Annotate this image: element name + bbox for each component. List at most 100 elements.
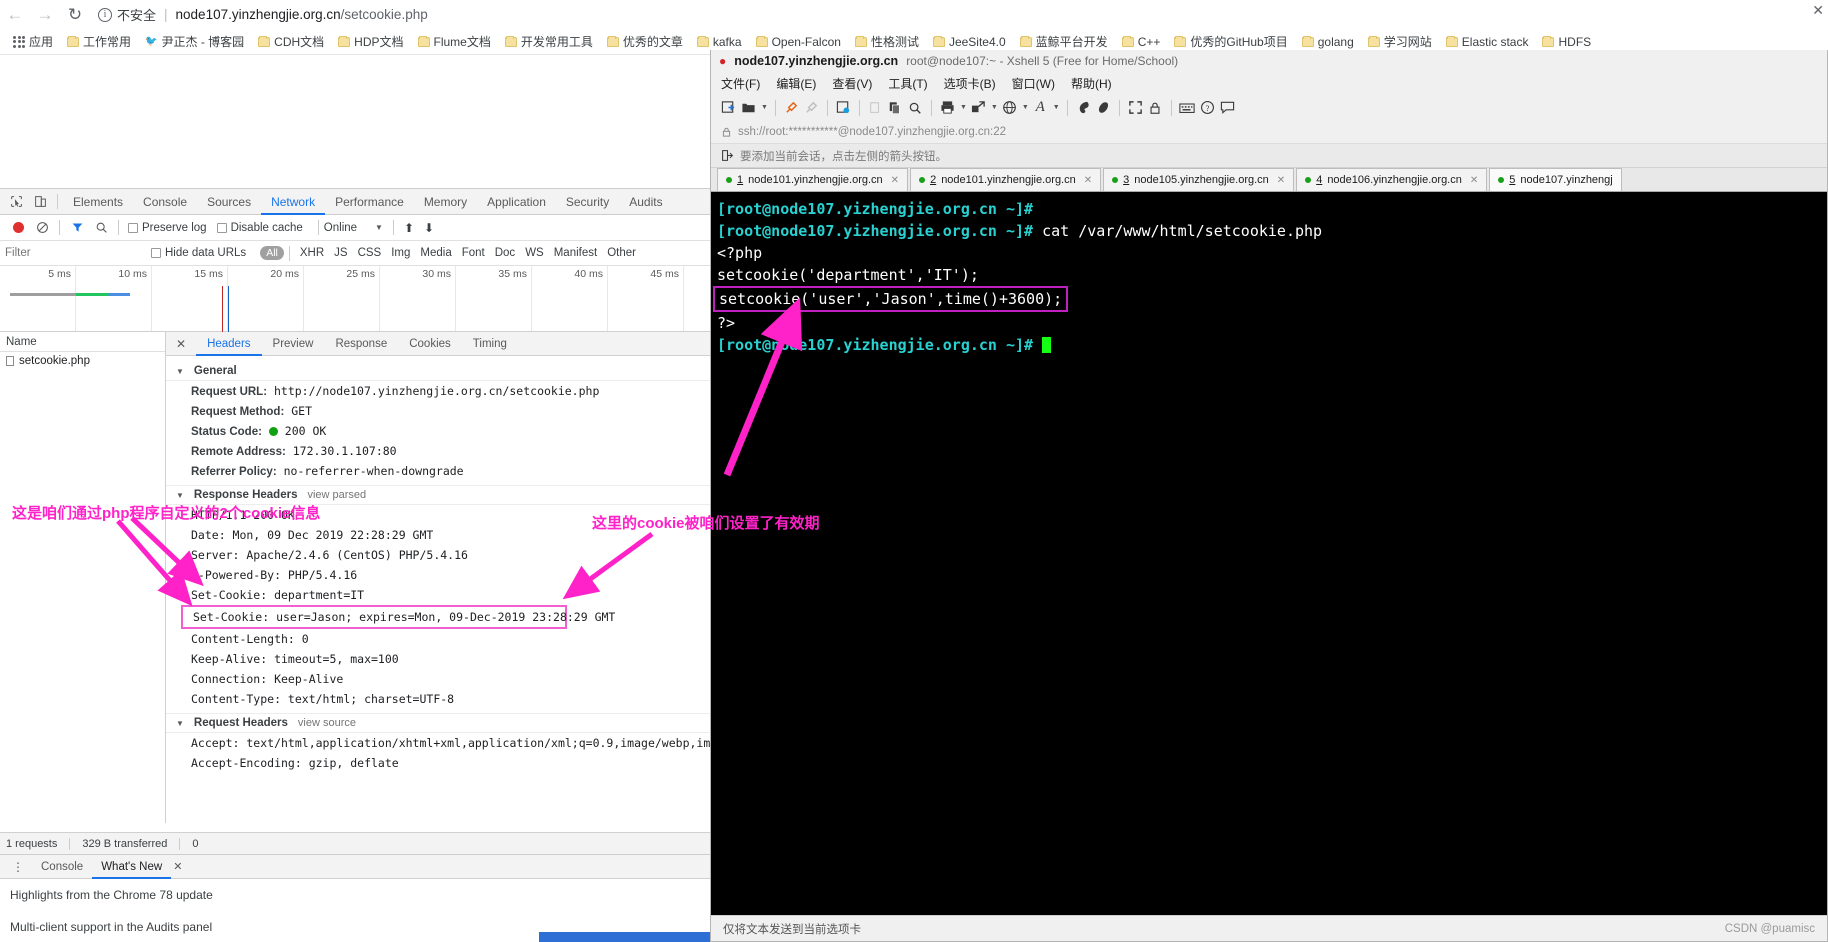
copy-icon[interactable] [887, 97, 904, 118]
table-row[interactable]: setcookie.php [0, 352, 165, 369]
leaf-icon[interactable] [1095, 97, 1112, 118]
type-filter-doc[interactable]: Doc [490, 247, 520, 259]
type-filter-media[interactable]: Media [415, 247, 456, 259]
tab-elements[interactable]: Elements [63, 189, 133, 215]
chevron-down-icon-2[interactable]: ▼ [960, 104, 967, 111]
bookmark-item[interactable]: 工作常用 [60, 33, 138, 50]
close-icon[interactable]: ✕ [1470, 175, 1478, 186]
record-button[interactable] [6, 216, 30, 240]
session-tab[interactable]: 3 node105.yinzhengjie.org.cn ✕ [1103, 168, 1295, 191]
view-parsed-link[interactable]: view parsed [307, 489, 366, 501]
tab-console[interactable]: Console [133, 189, 197, 215]
drawer-tab-what-s-new[interactable]: What's New [92, 855, 172, 879]
menu-item[interactable]: 选项卡(B) [944, 75, 996, 92]
session-tab[interactable]: 1 node101.yinzhengjie.org.cn ✕ [717, 168, 909, 191]
close-icon[interactable]: ✕ [173, 860, 182, 873]
preserve-log-checkbox[interactable]: Preserve log [128, 222, 207, 234]
filter-icon[interactable] [65, 216, 89, 240]
bookmark-item[interactable]: Flume文档 [411, 33, 498, 50]
tab-application[interactable]: Application [477, 189, 556, 215]
connect-icon[interactable] [783, 97, 800, 118]
tab-audits[interactable]: Audits [619, 189, 672, 215]
bookmark-item[interactable]: Elastic stack [1439, 35, 1536, 49]
type-filter-xhr[interactable]: XHR [295, 247, 329, 259]
throttling-select[interactable]: Online ▼ [324, 222, 383, 234]
bookmark-item[interactable]: 性格测试 [848, 33, 926, 50]
forward-button[interactable]: → [30, 0, 60, 29]
request-headers-section-header[interactable]: ▼ Request Headers view source [166, 713, 710, 733]
menu-item[interactable]: 编辑(E) [776, 75, 816, 92]
reload-button[interactable]: ↻ [60, 0, 90, 29]
terminal-output[interactable]: [root@node107.yizhengjie.org.cn ~]# [root… [711, 192, 1827, 915]
bookmark-item[interactable]: CDH文档 [251, 33, 331, 50]
close-icon[interactable]: ✕ [174, 337, 196, 351]
tab-security[interactable]: Security [556, 189, 619, 215]
bookmark-item[interactable]: 优秀的GitHub项目 [1167, 33, 1294, 50]
transfer-icon[interactable] [970, 97, 987, 118]
keyboard-icon[interactable] [1179, 97, 1196, 118]
detail-tab-headers[interactable]: Headers [196, 332, 262, 356]
detail-tab-cookies[interactable]: Cookies [398, 332, 462, 356]
tab-network[interactable]: Network [261, 189, 326, 215]
session-tab[interactable]: 4 node106.yinzhengjie.org.cn ✕ [1296, 168, 1488, 191]
detail-tab-preview[interactable]: Preview [262, 332, 325, 356]
chevron-down-icon-5[interactable]: ▼ [1053, 104, 1060, 111]
menu-item[interactable]: 工具(T) [888, 75, 927, 92]
close-icon[interactable]: ✕ [1084, 175, 1092, 186]
bookmark-item[interactable]: 学习网站 [1361, 33, 1439, 50]
bookmark-item[interactable]: HDFS [1535, 35, 1598, 49]
bookmark-item[interactable]: Open-Falcon [749, 35, 848, 49]
new-session-icon[interactable] [720, 97, 737, 118]
globe-icon[interactable] [1001, 97, 1018, 118]
tab-sources[interactable]: Sources [197, 189, 261, 215]
xshell-address-bar[interactable]: ssh://root:***********@node107.yinzhengj… [711, 121, 1827, 144]
chevron-down-icon-4[interactable]: ▼ [1022, 104, 1029, 111]
lock-icon[interactable] [1147, 97, 1164, 118]
bookmark-item[interactable]: C++ [1115, 35, 1168, 49]
print-icon[interactable] [939, 97, 956, 118]
bookmark-item[interactable]: 优秀的文章 [600, 33, 690, 50]
menu-item[interactable]: 帮助(H) [1071, 75, 1112, 92]
session-properties-icon[interactable] [835, 97, 852, 118]
bookmark-item[interactable]: 蓝鲸平台开发 [1013, 33, 1115, 50]
inspect-element-icon[interactable] [4, 190, 28, 214]
chevron-down-icon-3[interactable]: ▼ [991, 104, 998, 111]
window-close-button[interactable]: ✕ [1812, 2, 1824, 19]
general-section-header[interactable]: ▼ General [166, 362, 710, 381]
menu-item[interactable]: 查看(V) [832, 75, 872, 92]
drawer-tab-console[interactable]: Console [32, 855, 92, 879]
bookmark-item[interactable]: golang [1295, 35, 1361, 49]
fullscreen-icon[interactable] [1127, 97, 1144, 118]
tab-memory[interactable]: Memory [414, 189, 477, 215]
find-icon[interactable] [907, 97, 924, 118]
type-filter-manifest[interactable]: Manifest [549, 247, 602, 259]
device-toolbar-icon[interactable] [28, 190, 52, 214]
back-button[interactable]: ← [0, 0, 30, 29]
detail-tab-timing[interactable]: Timing [462, 332, 518, 356]
type-filter-other[interactable]: Other [602, 247, 641, 259]
session-tab[interactable]: 2 node101.yinzhengjie.org.cn ✕ [910, 168, 1102, 191]
chevron-down-icon[interactable]: ▼ [761, 104, 768, 111]
open-session-icon[interactable] [740, 97, 757, 118]
menu-item[interactable]: 窗口(W) [1012, 75, 1055, 92]
add-session-icon[interactable] [721, 149, 734, 162]
highlight-icon[interactable] [1075, 97, 1092, 118]
type-filter-all[interactable]: All [260, 246, 284, 260]
menu-item[interactable]: 文件(F) [721, 75, 760, 92]
export-har-icon[interactable]: ⬇ [424, 221, 434, 235]
import-har-icon[interactable]: ⬆ [404, 221, 414, 235]
close-icon[interactable]: ✕ [891, 175, 899, 186]
clear-button[interactable] [30, 216, 54, 240]
site-info-icon[interactable]: i [98, 7, 112, 22]
help-icon[interactable]: ? [1199, 97, 1216, 118]
close-icon[interactable]: ✕ [1277, 175, 1285, 186]
bookmark-item[interactable]: HDP文档 [331, 33, 410, 50]
bookmark-item[interactable]: 应用 [6, 33, 60, 50]
address-bar[interactable]: i 不安全 | node107.yinzhengjie.org.cn/setco… [98, 4, 1828, 25]
filter-input[interactable] [5, 247, 145, 259]
disable-cache-checkbox[interactable]: Disable cache [216, 222, 303, 234]
bookmark-item[interactable]: 开发常用工具 [498, 33, 600, 50]
more-options-icon[interactable]: ⋮ [4, 860, 32, 874]
font-icon[interactable]: A [1032, 97, 1049, 118]
bookmark-item[interactable]: kafka [690, 35, 749, 49]
